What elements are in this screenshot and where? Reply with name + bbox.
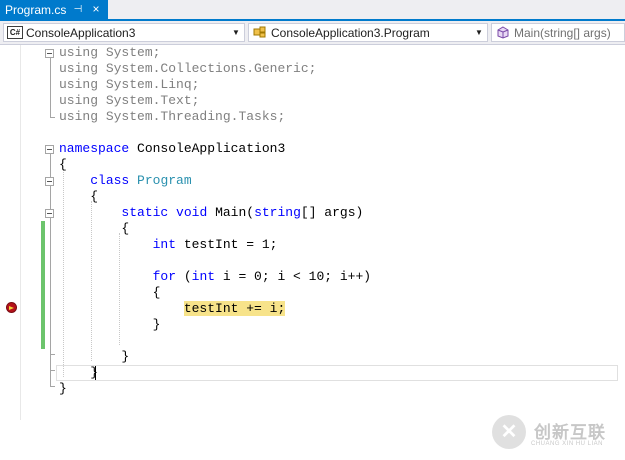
code-token: testInt = 1; — [176, 237, 278, 252]
code-token: System.Collections.Generic; — [98, 61, 317, 76]
for-keyword: for — [152, 269, 177, 284]
tab-title: Program.cs — [5, 3, 67, 17]
pin-icon[interactable]: ⊣ — [71, 3, 85, 17]
code-line: for (int i = 0; i < 10; i++) — [59, 269, 371, 285]
breakpoint-current-statement-icon[interactable] — [6, 302, 17, 313]
outline-guide-end — [50, 117, 55, 118]
code-token: i = 0; i < 10; i++) — [215, 269, 372, 284]
int-keyword: int — [152, 237, 177, 252]
change-tracking-bar — [41, 221, 45, 349]
current-line-highlight — [56, 365, 618, 381]
chevron-down-icon[interactable]: ▼ — [231, 27, 241, 39]
collapse-icon[interactable] — [45, 145, 54, 154]
breakpoint-statement[interactable]: testInt += i; — [183, 301, 286, 316]
code-token: System.Linq; — [98, 77, 200, 92]
string-keyword: string — [254, 205, 301, 220]
code-line: namespace ConsoleApplication3 — [59, 141, 285, 157]
type-dropdown[interactable]: ConsoleApplication3.Program ▼ — [248, 23, 488, 42]
code-line: { — [59, 221, 130, 236]
close-icon[interactable]: × — [89, 2, 103, 16]
code-line: static void Main(string[] args) — [59, 205, 363, 221]
collapse-icon[interactable] — [45, 209, 54, 218]
code-line: { — [59, 285, 161, 300]
csharp-project-icon: C# — [7, 26, 23, 39]
text-caret — [95, 366, 96, 380]
using-keyword: using — [59, 77, 99, 92]
code-token: System.Threading.Tasks; — [98, 109, 286, 124]
document-tab-strip: Program.cs ⊣ × — [0, 0, 625, 21]
code-line: int testInt = 1; — [59, 237, 278, 253]
code-line: using System.Text; — [59, 93, 199, 109]
code-editor[interactable]: using System; using System.Collections.G… — [0, 45, 625, 449]
code-line: } — [59, 349, 130, 364]
code-line: using System.Collections.Generic; — [59, 61, 316, 77]
outline-guide-end — [50, 386, 55, 387]
code-line: using System.Threading.Tasks; — [59, 109, 285, 125]
outline-guide-end — [50, 370, 55, 371]
using-keyword: using — [59, 93, 99, 108]
code-token: System; — [98, 45, 161, 60]
code-line: } — [59, 317, 161, 332]
code-token: Main( — [207, 205, 255, 220]
code-token: ConsoleApplication3 — [129, 141, 286, 156]
code-line: testInt += i; — [59, 301, 286, 317]
static-keyword: static — [121, 205, 169, 220]
using-keyword: using — [59, 109, 99, 124]
code-line: { — [59, 189, 99, 204]
collapse-icon[interactable] — [45, 49, 54, 58]
watermark: ✕ 创新互联 CHUANG XIN HU LIAN — [478, 410, 623, 460]
code-text[interactable]: using System; using System.Collections.G… — [59, 45, 371, 429]
member-dropdown[interactable]: Main(string[] args) — [491, 23, 625, 42]
void-keyword: void — [176, 205, 208, 220]
project-label: ConsoleApplication3 — [26, 26, 136, 40]
class-keyword: class — [90, 173, 130, 188]
using-keyword: using — [59, 45, 99, 60]
indicator-margin[interactable] — [0, 45, 21, 420]
outline-guide-end — [50, 354, 55, 355]
outline-guide — [50, 58, 51, 117]
type-name: Program — [137, 173, 192, 188]
tab-program-cs[interactable]: Program.cs ⊣ × — [0, 0, 108, 19]
collapse-icon[interactable] — [45, 177, 54, 186]
code-line: { — [59, 157, 67, 172]
class-icon — [252, 26, 268, 39]
namespace-keyword: namespace — [59, 141, 130, 156]
type-label: ConsoleApplication3.Program — [271, 26, 430, 40]
outline-guide — [50, 154, 51, 386]
using-keyword: using — [59, 61, 99, 76]
navigation-bar: C# ConsoleApplication3 ▼ ConsoleApplicat… — [0, 21, 625, 45]
code-line: using System.Linq; — [59, 77, 199, 93]
int-keyword: int — [191, 269, 216, 284]
chevron-down-icon[interactable]: ▼ — [474, 27, 484, 39]
logo-icon: ✕ — [492, 415, 526, 449]
code-token: [] args) — [300, 205, 364, 220]
project-dropdown[interactable]: C# ConsoleApplication3 ▼ — [3, 23, 245, 42]
code-line: class Program — [59, 173, 192, 189]
code-token: System.Text; — [98, 93, 200, 108]
code-line: using System; — [59, 45, 160, 61]
watermark-en-text: CHUANG XIN HU LIAN — [531, 441, 604, 447]
member-label: Main(string[] args) — [514, 26, 611, 40]
code-line: } — [59, 381, 67, 396]
code-line: } — [59, 365, 99, 380]
watermark-cn-text: 创新互联 — [534, 423, 606, 442]
method-icon — [495, 26, 511, 39]
code-token: ( — [176, 269, 192, 284]
